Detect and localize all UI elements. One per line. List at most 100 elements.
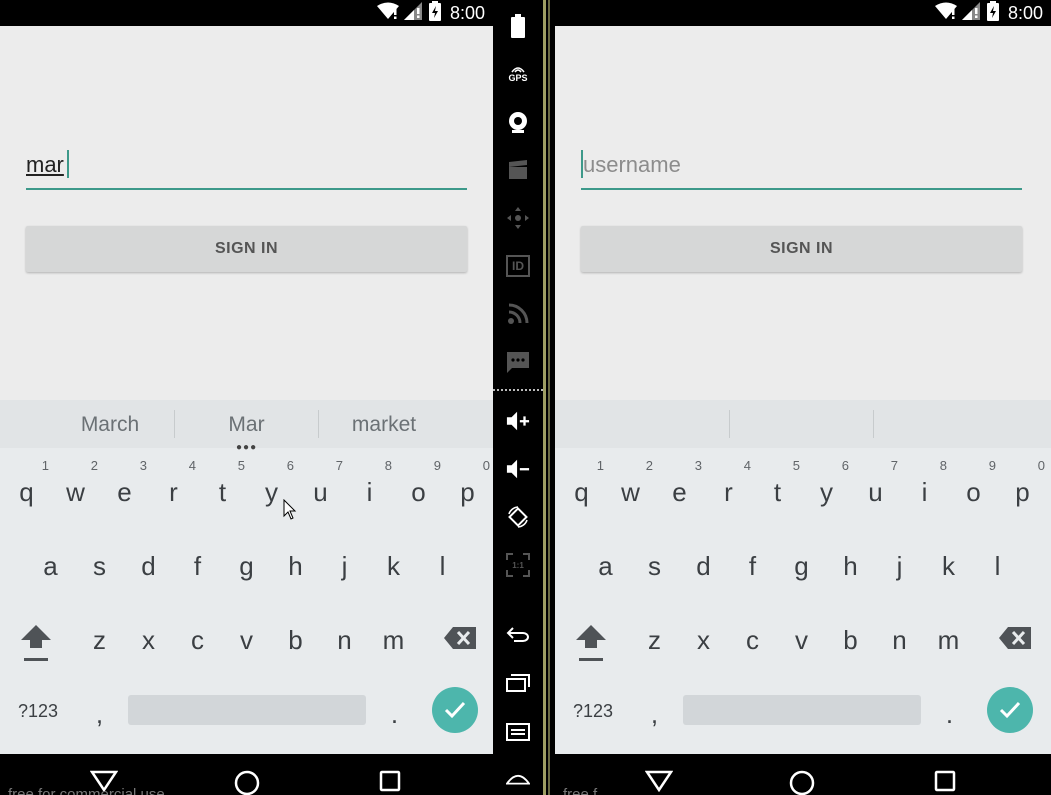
- suggestion-1[interactable]: [585, 400, 728, 448]
- key-a[interactable]: a: [26, 526, 75, 600]
- key-o[interactable]: 9o: [949, 452, 998, 526]
- volume-down-icon[interactable]: [506, 457, 530, 481]
- key-f[interactable]: f: [728, 526, 777, 600]
- home-nav-icon[interactable]: [789, 770, 815, 795]
- key-o[interactable]: 9o: [394, 452, 443, 526]
- key-j[interactable]: j: [875, 526, 924, 600]
- network-icon[interactable]: [506, 302, 530, 326]
- key-r[interactable]: 4r: [704, 452, 753, 526]
- space-bar[interactable]: [683, 695, 921, 725]
- key-m[interactable]: m: [924, 600, 973, 674]
- key-w[interactable]: 2w: [606, 452, 655, 526]
- shift-icon[interactable]: [10, 600, 62, 674]
- username-input-value[interactable]: mar: [26, 152, 64, 178]
- camera-icon[interactable]: [506, 110, 530, 134]
- recents-icon[interactable]: [506, 671, 530, 695]
- space-bar[interactable]: [128, 695, 366, 725]
- rotate-icon[interactable]: [506, 505, 530, 529]
- status-bar: 8:00: [555, 0, 1051, 26]
- key-t[interactable]: 5t: [753, 452, 802, 526]
- key-l[interactable]: l: [973, 526, 1022, 600]
- key-q[interactable]: 1q: [2, 452, 51, 526]
- key-n[interactable]: n: [875, 600, 924, 674]
- key-f[interactable]: f: [173, 526, 222, 600]
- symbols-key[interactable]: ?123: [565, 674, 621, 748]
- key-n[interactable]: n: [320, 600, 369, 674]
- key-g[interactable]: g: [222, 526, 271, 600]
- username-field[interactable]: username: [581, 146, 1022, 190]
- key-comma[interactable]: ,: [75, 674, 124, 748]
- gps-icon[interactable]: GPS: [506, 62, 530, 86]
- dpad-icon[interactable]: [506, 206, 530, 230]
- key-comma[interactable]: ,: [630, 674, 679, 748]
- key-s[interactable]: s: [75, 526, 124, 600]
- back-nav-icon[interactable]: [644, 770, 674, 795]
- key-c[interactable]: c: [728, 600, 777, 674]
- suggestion-2[interactable]: [730, 400, 873, 448]
- key-c[interactable]: c: [173, 600, 222, 674]
- key-z[interactable]: z: [630, 600, 679, 674]
- volume-up-icon[interactable]: [506, 409, 530, 433]
- key-p[interactable]: 0p: [998, 452, 1047, 526]
- key-i[interactable]: 8i: [900, 452, 949, 526]
- device-id-icon[interactable]: ID: [506, 254, 530, 278]
- username-field[interactable]: mar: [26, 146, 467, 190]
- key-d[interactable]: d: [124, 526, 173, 600]
- key-p[interactable]: 0p: [443, 452, 492, 526]
- key-b[interactable]: b: [271, 600, 320, 674]
- shift-icon[interactable]: [565, 600, 617, 674]
- key-r[interactable]: 4r: [149, 452, 198, 526]
- key-w[interactable]: 2w: [51, 452, 100, 526]
- key-h[interactable]: h: [271, 526, 320, 600]
- scale-icon[interactable]: 1:1: [506, 553, 530, 577]
- username-input-placeholder[interactable]: username: [583, 152, 681, 178]
- key-e[interactable]: 3e: [655, 452, 704, 526]
- key-t[interactable]: 5t: [198, 452, 247, 526]
- key-k[interactable]: k: [369, 526, 418, 600]
- check-icon[interactable]: [987, 687, 1033, 733]
- backspace-icon[interactable]: [435, 600, 487, 674]
- media-icon[interactable]: [506, 158, 530, 182]
- home-icon[interactable]: [506, 767, 530, 791]
- key-k[interactable]: k: [924, 526, 973, 600]
- backspace-icon[interactable]: [990, 600, 1042, 674]
- key-d[interactable]: d: [679, 526, 728, 600]
- check-icon[interactable]: [432, 687, 478, 733]
- key-q[interactable]: 1q: [557, 452, 606, 526]
- key-v[interactable]: v: [222, 600, 271, 674]
- menu-icon[interactable]: [506, 720, 530, 744]
- key-y[interactable]: 6y: [802, 452, 851, 526]
- sign-in-button[interactable]: SIGN IN: [26, 226, 467, 272]
- key-b[interactable]: b: [826, 600, 875, 674]
- back-icon[interactable]: [506, 622, 530, 646]
- key-u[interactable]: 7u: [296, 452, 345, 526]
- key-period[interactable]: .: [370, 674, 419, 748]
- key-x[interactable]: x: [124, 600, 173, 674]
- key-u[interactable]: 7u: [851, 452, 900, 526]
- key-j[interactable]: j: [320, 526, 369, 600]
- sign-in-button[interactable]: SIGN IN: [581, 226, 1022, 272]
- key-a[interactable]: a: [581, 526, 630, 600]
- signal-icon: [403, 1, 424, 25]
- home-nav-icon[interactable]: [234, 770, 260, 795]
- suggestion-3[interactable]: [874, 400, 1017, 448]
- recents-nav-icon[interactable]: [379, 770, 401, 795]
- key-l[interactable]: l: [418, 526, 467, 600]
- key-e[interactable]: 3e: [100, 452, 149, 526]
- key-s[interactable]: s: [630, 526, 679, 600]
- key-v[interactable]: v: [777, 600, 826, 674]
- key-x[interactable]: x: [679, 600, 728, 674]
- key-period[interactable]: .: [925, 674, 974, 748]
- recents-nav-icon[interactable]: [934, 770, 956, 795]
- symbols-key[interactable]: ?123: [10, 674, 66, 748]
- key-i[interactable]: 8i: [345, 452, 394, 526]
- suggestion-3[interactable]: market: [319, 400, 449, 448]
- key-h[interactable]: h: [826, 526, 875, 600]
- suggestion-2[interactable]: Mar: [175, 400, 318, 448]
- suggestion-1[interactable]: March: [30, 400, 190, 448]
- key-g[interactable]: g: [777, 526, 826, 600]
- sms-icon[interactable]: [506, 350, 530, 374]
- key-m[interactable]: m: [369, 600, 418, 674]
- battery-icon[interactable]: [506, 14, 530, 38]
- key-z[interactable]: z: [75, 600, 124, 674]
